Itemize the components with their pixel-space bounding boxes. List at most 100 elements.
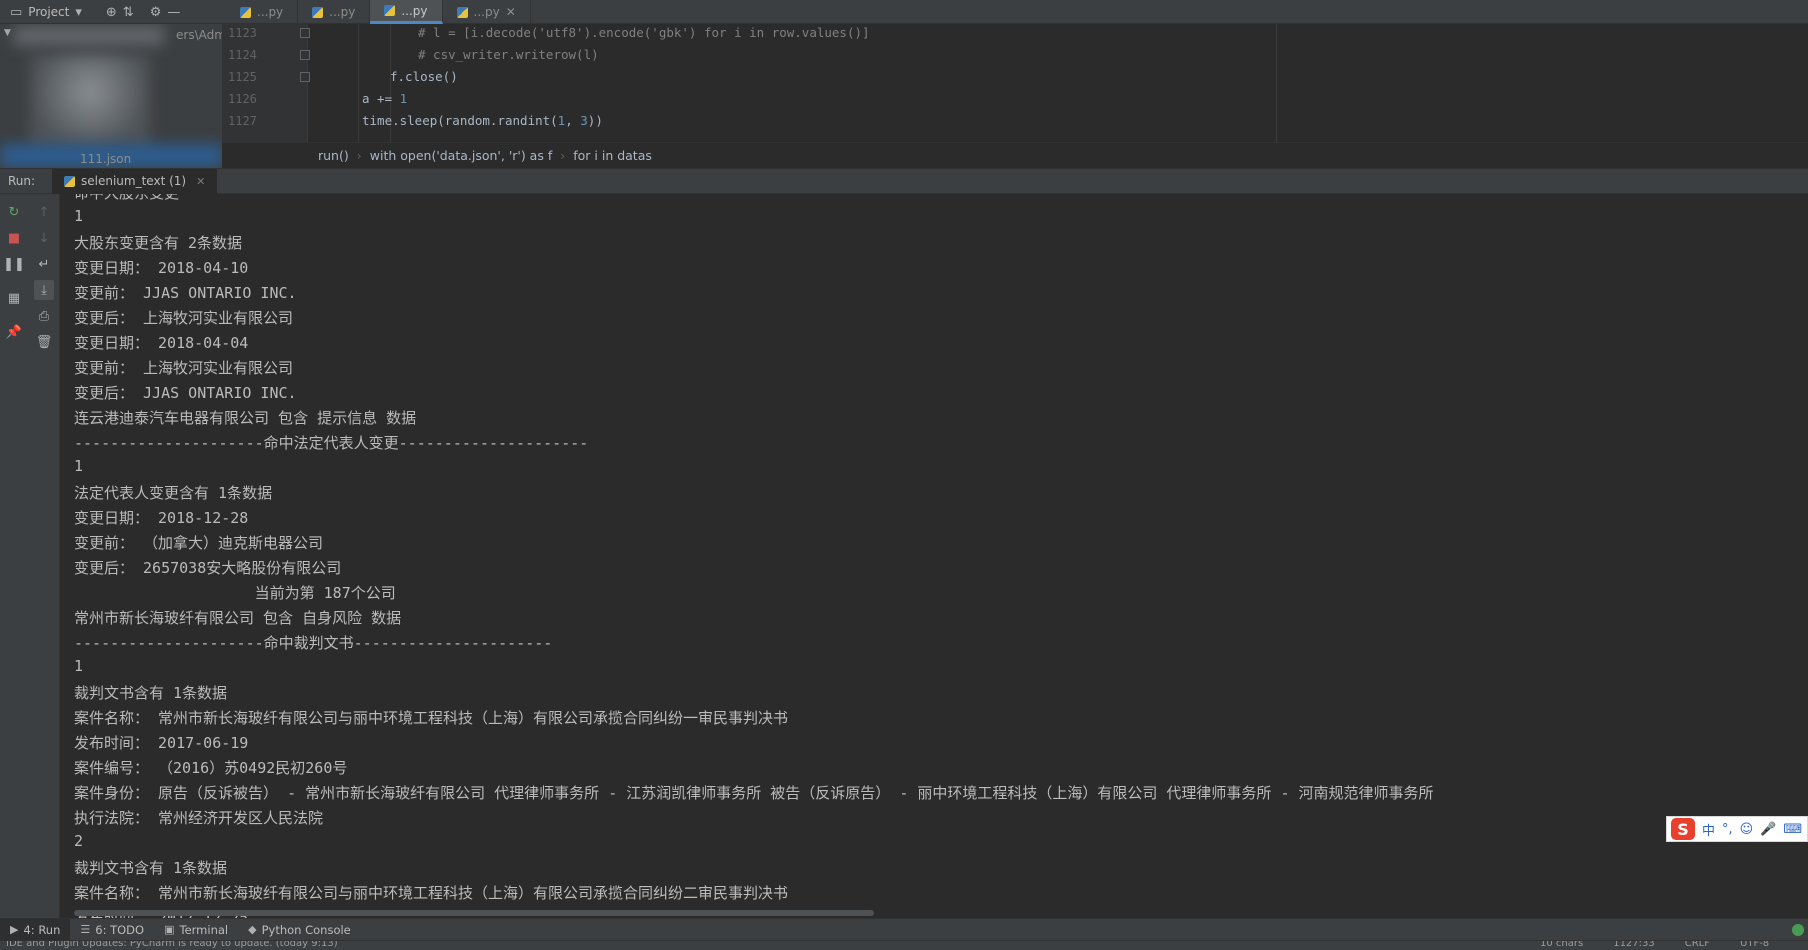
collapse-icon[interactable]: ⇅ bbox=[123, 5, 134, 20]
stop-icon[interactable]: ■ bbox=[4, 228, 24, 248]
console-line: 案件身份： 原告（反诉被告） - 常州市新长海玻纤有限公司 代理律师事务所 - … bbox=[74, 784, 1434, 802]
soft-wrap-icon[interactable]: ↵ bbox=[34, 254, 54, 274]
line-separator[interactable]: CRLF bbox=[1685, 941, 1710, 949]
console-line: 发布时间： 2017-06-19 bbox=[74, 734, 249, 752]
redacted-region bbox=[14, 26, 164, 46]
ime-punctuation-toggle[interactable]: °, bbox=[1722, 822, 1733, 837]
line-number: 1123 bbox=[228, 26, 257, 40]
console-line: 常州市新长海玻纤有限公司 包含 自身风险 数据 bbox=[74, 609, 402, 627]
tool-tab-run[interactable]: ▶ 4: Run bbox=[0, 918, 71, 941]
project-path-fragment: ers\Adm bbox=[176, 28, 222, 42]
console-line: 裁判文书含有 1条数据 bbox=[74, 859, 228, 877]
close-icon[interactable]: ✕ bbox=[506, 5, 516, 19]
console-line: 变更后： 2657038安大略股份有限公司 bbox=[74, 559, 342, 577]
tool-tab-label: 4: Run bbox=[23, 922, 61, 937]
console-line: 1 bbox=[74, 457, 84, 475]
horizontal-scrollbar[interactable] bbox=[74, 910, 874, 916]
python-file-icon bbox=[240, 6, 251, 18]
run-label: Run: bbox=[8, 174, 36, 188]
editor-tab[interactable]: ...py bbox=[226, 0, 299, 24]
run-tab-label: selenium_text (1) bbox=[81, 174, 187, 188]
fold-marker-icon[interactable] bbox=[300, 50, 310, 60]
line-number: 1126 bbox=[228, 92, 257, 106]
project-panel: ▼ ers\Adm 111.json bbox=[0, 24, 222, 168]
console-line: 案件名称： 常州市新长海玻纤有限公司与丽中环境工程科技（上海）有限公司承揽合同纠… bbox=[74, 709, 789, 727]
editor-tab[interactable]: ...py ✕ bbox=[443, 0, 531, 24]
code-line: # csv_writer.writerow(l) bbox=[418, 47, 599, 62]
fold-marker-icon[interactable] bbox=[300, 72, 310, 82]
close-icon[interactable]: ✕ bbox=[196, 175, 205, 188]
list-icon: ☰ bbox=[80, 923, 91, 936]
event-log-icon[interactable] bbox=[1792, 924, 1804, 936]
python-file-icon bbox=[312, 6, 324, 18]
python-file-icon bbox=[456, 6, 468, 18]
layout-icon[interactable]: ▦ bbox=[4, 288, 24, 308]
tool-tab-terminal[interactable]: ▣ Terminal bbox=[154, 919, 238, 941]
code-line: # l = [i.decode('utf8').encode('gbk') fo… bbox=[418, 25, 870, 40]
console-line: 法定代表人变更含有 1条数据 bbox=[74, 484, 273, 502]
play-icon: ▶ bbox=[10, 923, 19, 936]
editor-tab-active[interactable]: ...py bbox=[370, 0, 443, 24]
crosshair-icon[interactable]: ⊕ bbox=[106, 5, 117, 20]
console-line: 2 bbox=[74, 832, 84, 850]
console-line: 变更前： （加拿大）迪克斯电器公司 bbox=[74, 534, 324, 552]
editor-tab-label: ...py bbox=[401, 3, 428, 18]
project-file-fragment[interactable]: 111.json bbox=[80, 152, 131, 166]
breadcrumb-item[interactable]: with open('data.json', 'r') as f bbox=[370, 148, 552, 163]
redacted-region bbox=[30, 54, 150, 149]
console-line: 变更后： JJAS ONTARIO INC. bbox=[74, 384, 297, 402]
breadcrumb-item[interactable]: run() bbox=[318, 148, 349, 163]
line-number: 1127 bbox=[228, 114, 257, 128]
console-line: ---------------------命中裁判文书-------------… bbox=[74, 634, 553, 652]
status-message[interactable]: IDE and Plugin Updates: PyCharm is ready… bbox=[6, 941, 338, 949]
folder-icon: ▭ bbox=[10, 4, 23, 20]
arrow-down-icon[interactable]: ↓ bbox=[34, 228, 54, 248]
console-line: 变更日期： 2018-12-28 bbox=[74, 509, 249, 527]
gear-icon[interactable]: ⚙ bbox=[150, 5, 162, 20]
arrow-up-icon[interactable]: ↑ bbox=[34, 202, 54, 222]
editor-tab[interactable]: ...py bbox=[298, 0, 371, 24]
top-toolbar: ▭ Project ▾ ⊕ ⇅ ⚙ — ...py ...py ...py ..… bbox=[0, 0, 1808, 24]
pin-icon[interactable]: 📌 bbox=[4, 322, 24, 342]
editor-tab-label: ...py bbox=[257, 5, 284, 19]
project-view-dropdown[interactable]: ▭ Project ▾ ⊕ ⇅ ⚙ — bbox=[0, 0, 222, 24]
line-number: 1124 bbox=[228, 48, 257, 62]
fold-marker-icon[interactable] bbox=[300, 28, 310, 38]
run-config-tab[interactable]: selenium_text (1) ✕ bbox=[52, 168, 218, 194]
breadcrumb-item[interactable]: for i in datas bbox=[573, 148, 652, 163]
caret-position[interactable]: 1127:33 bbox=[1613, 941, 1655, 949]
minimize-icon[interactable]: — bbox=[167, 5, 180, 20]
run-toolbar: ↻ ■ ❚❚ ▦ 📌 ↑ ↓ ↵ ⤓ ⎙ 🗑 bbox=[0, 194, 60, 918]
rerun-icon[interactable]: ↻ bbox=[4, 202, 24, 222]
print-icon[interactable]: ⎙ bbox=[34, 306, 54, 326]
editor-tab-label: ...py bbox=[473, 5, 500, 19]
line-number-gutter: 1123 1124 1125 1126 1127 bbox=[222, 24, 310, 142]
status-chars: 10 chars bbox=[1540, 940, 1584, 949]
code-editor[interactable]: 1123 1124 1125 1126 1127 # l = [i.decode… bbox=[222, 24, 1808, 142]
emoji-icon[interactable]: ☺ bbox=[1740, 822, 1754, 837]
tree-expand-icon[interactable]: ▼ bbox=[4, 28, 11, 38]
tool-tab-todo[interactable]: ☰ 6: TODO bbox=[70, 919, 154, 941]
console-line: 连云港迪泰汽车电器有限公司 包含 提示信息 数据 bbox=[74, 409, 417, 427]
tool-window-bar: ▶ 4: Run ☰ 6: TODO ▣ Terminal ◆ Python Conso… bbox=[0, 918, 1808, 941]
ime-mode-toggle[interactable]: 中 bbox=[1702, 820, 1715, 839]
keyboard-icon[interactable]: ⌨ bbox=[1783, 822, 1802, 837]
right-margin-guide bbox=[1276, 24, 1277, 142]
console-line: 变更日期： 2018-04-04 bbox=[74, 334, 249, 352]
microphone-icon[interactable]: 🎤 bbox=[1760, 822, 1776, 837]
file-encoding[interactable]: UTF-8 bbox=[1740, 941, 1769, 949]
tool-tab-python-console[interactable]: ◆ Python Console bbox=[238, 919, 361, 941]
breadcrumb: run() › with open('data.json', 'r') as f… bbox=[222, 142, 1808, 168]
console-line: 变更前： JJAS ONTARIO INC. bbox=[74, 284, 297, 302]
pause-icon[interactable]: ❚❚ bbox=[3, 254, 25, 274]
scroll-to-end-icon[interactable]: ⤓ bbox=[34, 280, 54, 300]
ime-logo[interactable]: S bbox=[1671, 818, 1695, 840]
run-console-output[interactable]: 命中大股东变更 1 大股东变更含有 2条数据变更日期： 2018-04-10 变更前：… bbox=[60, 194, 1808, 918]
ime-toolbar[interactable]: S 中 °, ☺ 🎤 ⌨ bbox=[1666, 816, 1808, 842]
editor-tabs: ...py ...py ...py ...py ✕ bbox=[226, 0, 531, 24]
trash-icon[interactable]: 🗑 bbox=[34, 332, 54, 352]
console-line: ---------------------命中法定代表人变更----------… bbox=[74, 434, 589, 452]
console-line: 大股东变更含有 2条数据 bbox=[74, 234, 243, 252]
tool-tab-label: 6: TODO bbox=[95, 922, 145, 937]
status-bar: IDE and Plugin Updates: PyCharm is ready… bbox=[0, 940, 1808, 950]
